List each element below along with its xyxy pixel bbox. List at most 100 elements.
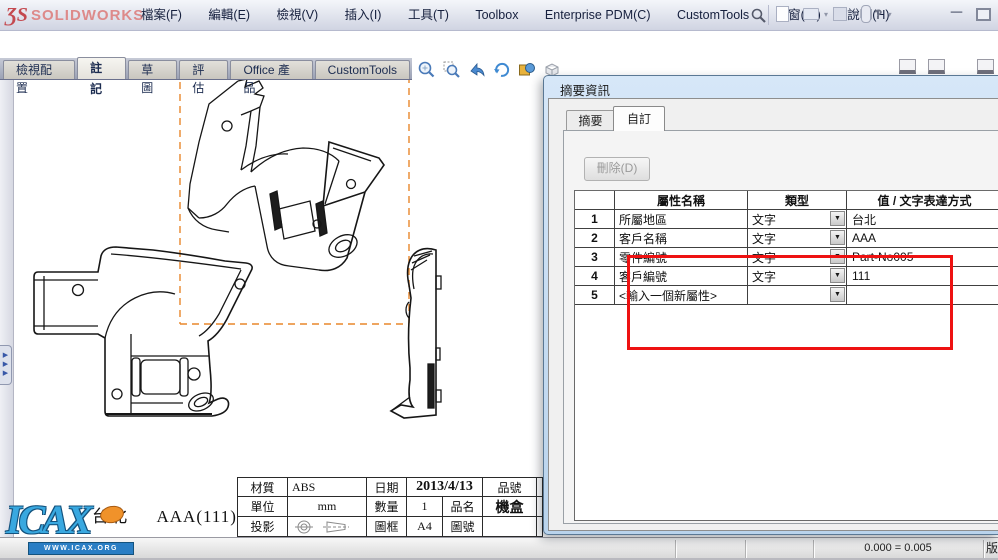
property-type-cell[interactable]: 文字 ▼: [748, 210, 847, 229]
feature-panel-strip: [0, 58, 14, 537]
statusbar-coordinates: 0.000 = 0.005: [864, 542, 932, 554]
heads-up-toolbar: [417, 60, 562, 80]
previous-view-icon[interactable]: [467, 60, 487, 80]
chevron-right-icon: ▶: [2, 352, 9, 359]
property-type-cell[interactable]: 文字 ▼: [748, 248, 847, 267]
property-name-cell[interactable]: 客戶名稱: [615, 229, 748, 248]
tab-customtools[interactable]: CustomTools: [314, 60, 411, 79]
property-name-cell[interactable]: 客戶編號: [615, 267, 748, 286]
tab-view-layout[interactable]: 檢視配置: [3, 60, 76, 95]
type-dropdown-icon[interactable]: ▼: [830, 287, 845, 302]
isometric-view[interactable]: [187, 78, 385, 272]
front-view[interactable]: [33, 246, 253, 417]
tab-annotation[interactable]: 註記: [77, 57, 127, 96]
tb-dwg-no-label: 圖號: [443, 517, 483, 537]
help-icon[interactable]: ?: [874, 6, 883, 22]
type-dropdown-icon[interactable]: ▼: [830, 249, 845, 264]
sheet-icon[interactable]: [977, 59, 994, 74]
row-number: 3: [575, 248, 615, 267]
tb-projection-label: 投影: [237, 517, 288, 537]
tab-sketch[interactable]: 草圖: [128, 60, 178, 95]
type-text: 文字: [752, 250, 777, 265]
view-border-dashed[interactable]: [179, 64, 410, 325]
sheet-icon[interactable]: [899, 59, 916, 74]
restore-document-icon[interactable]: [976, 8, 991, 21]
type-dropdown-icon[interactable]: ▼: [830, 230, 845, 245]
dialog-tab-custom[interactable]: 自訂: [613, 106, 665, 131]
type-dropdown-icon[interactable]: ▼: [830, 268, 845, 283]
drawing-views[interactable]: [13, 58, 560, 537]
icax-logo-dot: [98, 503, 126, 526]
statusbar-separator: [745, 540, 746, 558]
zoom-fit-icon[interactable]: [417, 60, 437, 80]
dialog-title: 摘要資訊: [560, 84, 611, 98]
minimize-document-icon[interactable]: —: [950, 5, 963, 20]
new-document-dropdown-icon[interactable]: ▾: [794, 10, 798, 19]
property-value-cell[interactable]: 台北: [847, 210, 998, 229]
property-value-cell[interactable]: AAA: [847, 229, 998, 248]
dialog-client-area: 摘要 自訂 刪除(D) 屬性名稱 類型 值 / 文字表達方式 1 所屬地區 文字…: [548, 98, 998, 531]
new-document-icon[interactable]: [776, 6, 789, 22]
col-header-value: 值 / 文字表達方式: [847, 191, 998, 210]
grid-row: 5 <輸入一個新屬性> ▼: [575, 286, 998, 305]
tb-unit-value: mm: [288, 497, 367, 517]
property-value-cell[interactable]: 111: [847, 267, 998, 286]
property-type-cell[interactable]: 文字 ▼: [748, 267, 847, 286]
statusbar-separator: [675, 540, 676, 558]
properties-grid: 屬性名稱 類型 值 / 文字表達方式 1 所屬地區 文字 ▼ 台北 2 客戶名稱 …: [574, 190, 998, 521]
property-name-cell[interactable]: 所屬地區: [615, 210, 748, 229]
zoom-area-icon[interactable]: [442, 60, 462, 80]
property-name-cell[interactable]: <輸入一個新屬性>: [615, 286, 748, 305]
grid-corner-cell: [575, 191, 615, 210]
property-value-cell[interactable]: [847, 286, 998, 305]
tab-office-products[interactable]: Office 產品: [230, 60, 313, 95]
menu-insert[interactable]: 插入(I): [334, 0, 393, 30]
property-value-cell[interactable]: Part-No005: [847, 248, 998, 267]
menu-file[interactable]: 檔案(F): [130, 0, 193, 30]
open-document-icon[interactable]: [803, 8, 820, 20]
quick-access-toolbar: ▾ ▾ ▾ ? ▾: [776, 5, 894, 23]
property-type-cell[interactable]: 文字 ▼: [748, 229, 847, 248]
grid-row: 4 客戶編號 文字 ▼ 111: [575, 267, 998, 286]
tb-date-value: 2013/4/13: [407, 477, 483, 497]
save-icon[interactable]: [833, 7, 848, 21]
tab-evaluate[interactable]: 評估: [179, 60, 229, 95]
row-number: 5: [575, 286, 615, 305]
menu-view[interactable]: 檢視(V): [266, 0, 330, 30]
type-dropdown-icon[interactable]: ▼: [830, 211, 845, 226]
icax-banner: WWW.ICAX.ORG: [28, 542, 134, 555]
dialog-tab-summary[interactable]: 摘要: [566, 110, 615, 131]
help-dropdown-icon[interactable]: ▾: [888, 10, 892, 19]
open-document-dropdown-icon[interactable]: ▾: [824, 10, 828, 19]
side-view[interactable]: [389, 247, 442, 419]
rotate-view-icon[interactable]: [492, 60, 512, 80]
toolbar-separator: [768, 5, 769, 25]
menu-tools[interactable]: 工具(T): [397, 0, 460, 30]
type-text: 文字: [752, 231, 777, 246]
menu-enterprise-pdm[interactable]: Enterprise PDM(C): [534, 0, 662, 30]
search-icon[interactable]: [750, 7, 767, 24]
statusbar-right-text: 版: [986, 541, 998, 555]
tb-unit-label: 單位: [237, 497, 288, 517]
sheet-icon[interactable]: [928, 59, 945, 74]
tb-material-label: 材質: [237, 477, 288, 497]
property-type-cell[interactable]: ▼: [748, 286, 847, 305]
grid-header-row: 屬性名稱 類型 值 / 文字表達方式: [575, 191, 998, 210]
view-settings-icon[interactable]: [517, 60, 537, 80]
menu-customtools[interactable]: CustomTools: [666, 0, 760, 30]
panel-flyout-tab[interactable]: ▶ ▶ ▶: [0, 345, 12, 385]
menu-edit[interactable]: 編輯(E): [197, 0, 261, 30]
tb-date-label: 日期: [367, 477, 407, 497]
row-number: 1: [575, 210, 615, 229]
property-name-cell[interactable]: 零件編號: [615, 248, 748, 267]
type-text: 文字: [752, 212, 777, 227]
title-block[interactable]: 材質 ABS 日期 2013/4/13 品號 單位 mm 數量 1 品名 機盒 …: [237, 477, 543, 537]
tb-part-no-label: 品號: [483, 477, 537, 497]
delete-button[interactable]: 刪除(D): [584, 157, 650, 181]
chevron-right-icon: ▶: [2, 361, 9, 368]
pdm-vault-icon[interactable]: [861, 5, 872, 23]
status-bar: 0.000 = 0.005 版: [0, 537, 998, 560]
title-block-row: 材質 ABS 日期 2013/4/13 品號: [237, 477, 543, 497]
save-dropdown-icon[interactable]: ▾: [852, 10, 856, 19]
menu-toolbox[interactable]: Toolbox: [464, 0, 529, 30]
